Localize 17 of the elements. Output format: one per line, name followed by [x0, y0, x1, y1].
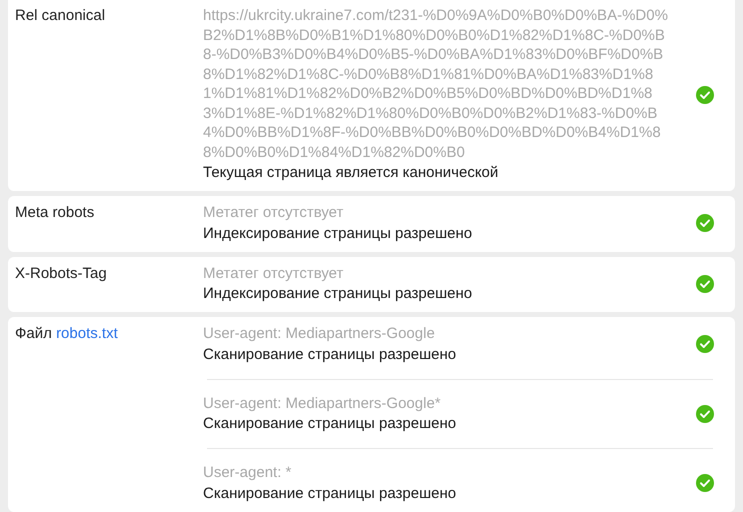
- detail-text: https://ukrcity.ukraine7.com/t231-%D0%9A%D0%B0%D0%BA-%D0%B2%D1%8B%D0%B1%D1%80%D0%B0%D1%82%D1%8C-%D0%B8-%D0%B3%D0%B4%D0%B5-%D0%BA%D1%83%D0%BF%D0%B8%D1%82%D1%8C-%D0%B8%D1%81%D0%BA%D1%83%D1%81%D1%81%D1%82%D0%B2%D0%B5%D0%BD%D0%BD%D1%83%D1%8E-%D1%82%D1%80%D0%B0%D0%B2%D1%83-%D0%B4%D0%BB%D1%8F-%D0%BB%D0%B0%D0%BD%D0%B4%D1%88%D0%B0%D1%84%D1%82%D0%B0: [203, 6, 669, 162]
- detail-text: User-agent: Mediapartners-Google*: [203, 394, 442, 413]
- row-label: X-Robots-Tag: [15, 264, 107, 282]
- result-text: Индексирование страницы разрешено: [203, 224, 474, 244]
- detail-text: Метатег отсутствует: [203, 203, 344, 222]
- row-label: Meta robots: [15, 204, 94, 221]
- result-text: Сканирование страницы разрешено: [203, 344, 458, 364]
- row-label: Rel canonical: [15, 7, 106, 24]
- row-label: Файл: [15, 325, 52, 342]
- detail-text: Метатег отсутствует: [203, 264, 344, 283]
- result-text: Сканирование страницы разрешено: [203, 414, 458, 434]
- robots-link[interactable]: robots.txt: [56, 325, 118, 342]
- detail-text: User-agent: *: [203, 463, 292, 482]
- result-text: Сканирование страницы разрешено: [203, 484, 458, 504]
- result-text: Индексирование страницы разрешено: [203, 284, 474, 304]
- detail-text: User-agent: Mediapartners-Google: [203, 324, 436, 344]
- result-text: Текущая страница является канонической: [203, 163, 500, 183]
